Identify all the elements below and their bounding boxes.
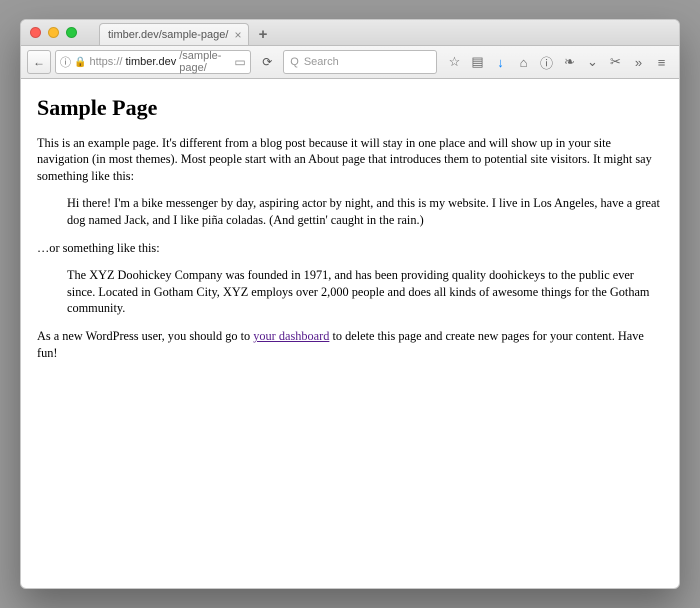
reader-mode-icon[interactable]: ▭ — [234, 55, 247, 69]
search-bar[interactable]: Q Search — [283, 50, 437, 74]
url-protocol: https:// — [89, 56, 122, 68]
overflow-icon[interactable]: » — [631, 55, 646, 70]
new-tab-button[interactable]: + — [253, 24, 273, 44]
quote-1: Hi there! I'm a bike messenger by day, a… — [67, 195, 663, 228]
evernote-icon[interactable]: ❧ — [562, 54, 577, 70]
site-info-icon[interactable]: ⓘ — [60, 54, 71, 70]
browser-window: timber.dev/sample-page/ × + ← ⓘ 🔒 https:… — [20, 19, 680, 589]
titlebar: timber.dev/sample-page/ × + — [21, 20, 679, 46]
home-icon[interactable]: ⌂ — [516, 55, 531, 70]
closing-text-a: As a new WordPress user, you should go t… — [37, 329, 253, 343]
dashboard-link[interactable]: your dashboard — [253, 329, 329, 343]
close-tab-icon[interactable]: × — [234, 29, 241, 41]
page-content: Sample Page This is an example page. It'… — [21, 79, 679, 588]
url-host: timber.dev — [125, 56, 176, 68]
traffic-lights — [30, 27, 77, 38]
info-icon[interactable]: ⓘ — [539, 53, 554, 72]
url-path: /sample-page/ — [179, 50, 228, 74]
mid-paragraph: …or something like this: — [37, 240, 663, 257]
url-bar[interactable]: ⓘ 🔒 https://timber.dev/sample-page/ ▭ — [55, 50, 251, 74]
closing-paragraph: As a new WordPress user, you should go t… — [37, 328, 663, 361]
quote-2: The XYZ Doohickey Company was founded in… — [67, 267, 663, 317]
close-window-button[interactable] — [30, 27, 41, 38]
lock-icon: 🔒 — [74, 57, 86, 68]
library-icon[interactable]: ▤ — [470, 54, 485, 70]
reload-button[interactable]: ⟳ — [255, 50, 279, 74]
tab-title: timber.dev/sample-page/ — [108, 29, 228, 41]
search-placeholder: Search — [304, 56, 339, 68]
tabstrip: timber.dev/sample-page/ × + — [99, 20, 273, 45]
back-button[interactable]: ← — [27, 50, 51, 74]
browser-tab[interactable]: timber.dev/sample-page/ × — [99, 23, 249, 45]
scissors-icon[interactable]: ✂ — [608, 54, 623, 70]
pocket-icon[interactable]: ⌄ — [585, 54, 600, 70]
menu-icon[interactable]: ≡ — [654, 55, 669, 70]
maximize-window-button[interactable] — [66, 27, 77, 38]
minimize-window-button[interactable] — [48, 27, 59, 38]
intro-paragraph: This is an example page. It's different … — [37, 135, 663, 185]
toolbar: ← ⓘ 🔒 https://timber.dev/sample-page/ ▭ … — [21, 46, 679, 79]
toolbar-right-icons: ☆ ▤ ↓ ⌂ ⓘ ❧ ⌄ ✂ » ≡ — [441, 53, 673, 72]
bookmark-star-icon[interactable]: ☆ — [447, 54, 462, 70]
page-title: Sample Page — [37, 93, 663, 123]
downloads-icon[interactable]: ↓ — [493, 55, 508, 70]
search-icon: Q — [290, 56, 299, 68]
